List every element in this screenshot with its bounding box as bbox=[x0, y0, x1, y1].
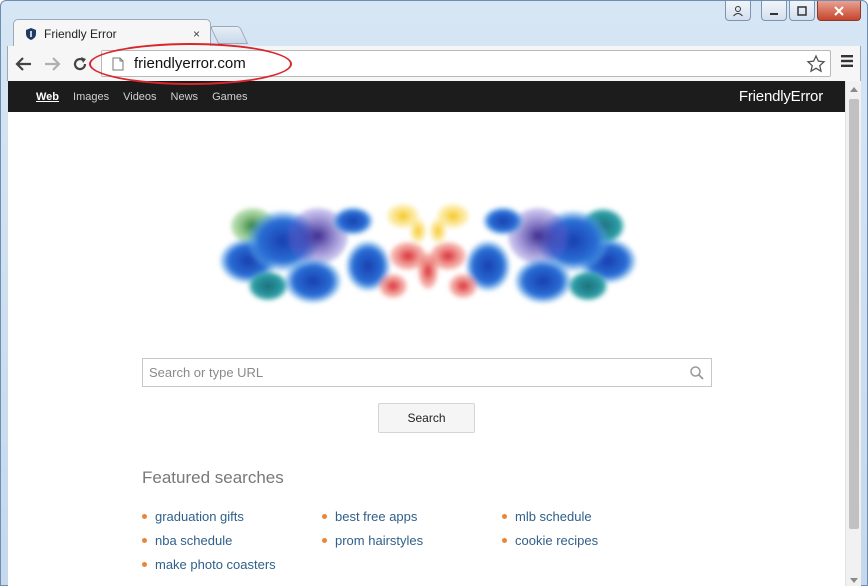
browser-toolbar: friendlyerror.com bbox=[7, 46, 861, 81]
close-window-button[interactable] bbox=[817, 1, 861, 21]
bullet-icon bbox=[322, 514, 327, 519]
scroll-down-icon[interactable] bbox=[850, 578, 858, 583]
bullet-icon bbox=[322, 538, 327, 543]
featured-link[interactable]: prom hairstyles bbox=[322, 533, 423, 548]
featured-searches-title: Featured searches bbox=[142, 468, 284, 487]
inkblot-logo bbox=[220, 204, 636, 303]
bullet-icon bbox=[502, 538, 507, 543]
user-profile-button[interactable] bbox=[725, 1, 751, 21]
close-icon bbox=[834, 5, 844, 16]
vertical-scrollbar[interactable] bbox=[845, 81, 861, 586]
shield-icon bbox=[24, 27, 38, 41]
browser-menu-button[interactable] bbox=[840, 54, 854, 73]
featured-link[interactable]: best free apps bbox=[322, 509, 417, 524]
nav-videos-link[interactable]: Videos bbox=[123, 91, 156, 103]
bullet-icon bbox=[502, 514, 507, 519]
search-button[interactable]: Search bbox=[378, 403, 475, 433]
browser-window: Friendly Error × friendlyerror.com Web I… bbox=[0, 0, 868, 586]
browser-tab[interactable]: Friendly Error × bbox=[13, 19, 211, 47]
back-button[interactable] bbox=[12, 52, 36, 76]
scroll-up-icon[interactable] bbox=[850, 87, 858, 92]
page-icon bbox=[112, 57, 124, 71]
maximize-icon bbox=[797, 5, 807, 16]
tab-title: Friendly Error bbox=[44, 26, 117, 41]
forward-arrow-icon bbox=[45, 56, 61, 71]
user-icon bbox=[733, 5, 743, 16]
bullet-icon bbox=[142, 514, 147, 519]
back-arrow-icon bbox=[15, 56, 31, 71]
hamburger-menu-icon bbox=[841, 55, 853, 67]
top-navigation: Web Images Videos News Games FriendlyErr… bbox=[8, 81, 845, 112]
scrollbar-thumb[interactable] bbox=[849, 99, 859, 529]
bullet-icon bbox=[142, 562, 147, 567]
maximize-button[interactable] bbox=[789, 1, 815, 21]
featured-link-label[interactable]: cookie recipes bbox=[515, 533, 598, 548]
address-bar[interactable]: friendlyerror.com bbox=[101, 50, 831, 77]
new-tab-button[interactable] bbox=[209, 26, 249, 44]
featured-link[interactable]: cookie recipes bbox=[502, 533, 598, 548]
search-box[interactable] bbox=[142, 358, 712, 387]
nav-games-link[interactable]: Games bbox=[212, 91, 247, 103]
featured-link-label[interactable]: graduation gifts bbox=[155, 509, 244, 524]
featured-link-label[interactable]: nba schedule bbox=[155, 533, 232, 548]
window-controls bbox=[725, 1, 861, 21]
featured-link-label[interactable]: best free apps bbox=[335, 509, 417, 524]
minimize-button[interactable] bbox=[761, 1, 787, 21]
bookmark-star-icon[interactable] bbox=[806, 54, 826, 79]
nav-news-link[interactable]: News bbox=[171, 91, 199, 103]
page-viewport: Web Images Videos News Games FriendlyErr… bbox=[8, 81, 861, 586]
reload-icon bbox=[73, 56, 87, 70]
nav-web-link[interactable]: Web bbox=[36, 91, 59, 103]
search-input[interactable] bbox=[149, 365, 679, 380]
nav-images-link[interactable]: Images bbox=[73, 91, 109, 103]
reload-button[interactable] bbox=[68, 52, 92, 76]
featured-link[interactable]: mlb schedule bbox=[502, 509, 592, 524]
featured-link-label[interactable]: prom hairstyles bbox=[335, 533, 423, 548]
search-icon[interactable] bbox=[689, 365, 705, 386]
featured-link-label[interactable]: mlb schedule bbox=[515, 509, 592, 524]
featured-link[interactable]: make photo coasters bbox=[142, 557, 276, 572]
featured-link[interactable]: nba schedule bbox=[142, 533, 232, 548]
forward-button[interactable] bbox=[40, 52, 64, 76]
featured-link[interactable]: graduation gifts bbox=[142, 509, 244, 524]
minimize-icon bbox=[770, 12, 778, 15]
url-text[interactable]: friendlyerror.com bbox=[134, 55, 246, 72]
site-brand: FriendlyError bbox=[738, 88, 823, 105]
bullet-icon bbox=[142, 538, 147, 543]
featured-link-label[interactable]: make photo coasters bbox=[155, 557, 276, 572]
tab-close-icon[interactable]: × bbox=[193, 27, 200, 41]
